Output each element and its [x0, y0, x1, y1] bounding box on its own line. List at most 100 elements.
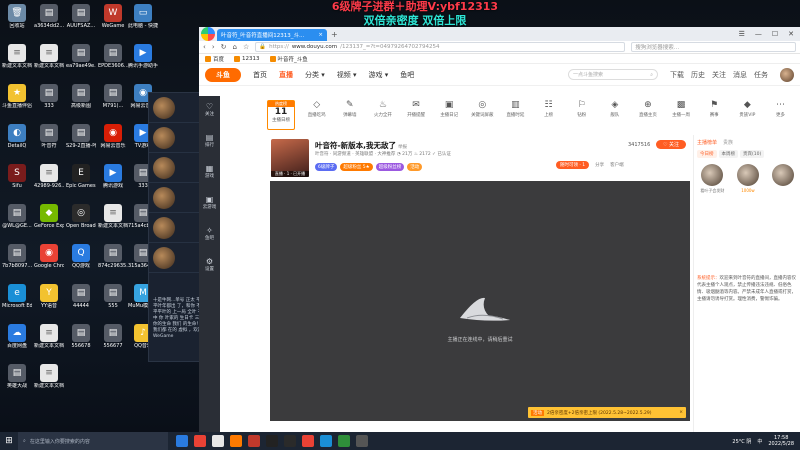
desktop-icon[interactable]: ◉ 网易云音乐 [98, 124, 128, 149]
desktop-icon[interactable]: ▤ 英雄大战 [2, 364, 32, 389]
follow-button[interactable]: ♡ 关注 [656, 140, 686, 149]
desktop-icon[interactable]: Q QQ游戏 [66, 244, 96, 269]
clock[interactable]: 17:58 2022/5/28 [768, 435, 794, 447]
taskbar-app-icon[interactable] [248, 435, 260, 447]
feature-item[interactable]: ⋯ 更多 [764, 100, 797, 130]
nav-button-icon[interactable]: ↻ [221, 43, 227, 51]
desktop-icon[interactable]: eMicrosoft Edge [2, 284, 32, 309]
desktop-icon[interactable]: ▤ 555 [98, 284, 128, 309]
site-sidebar-item[interactable]: ♡ 关注 [205, 102, 214, 117]
tab-close-icon[interactable]: × [318, 32, 323, 38]
user-avatar[interactable] [780, 67, 794, 82]
site-nav-link[interactable]: 视频 ▾ [337, 70, 357, 80]
desktop-icon[interactable]: ▶ 腾讯游戏 [98, 164, 128, 189]
window-control-icon[interactable]: ☐ [772, 30, 778, 38]
rank-box[interactable]: 热度榜 11 主播日榜 [267, 100, 295, 130]
site-nav-link[interactable]: 鱼吧 [400, 70, 414, 80]
desktop-icon[interactable]: ▤ M791(... [98, 84, 128, 109]
taskbar-app-icon[interactable] [266, 435, 278, 447]
desktop-icon[interactable]: ≡新建文本文档 (3) [98, 204, 128, 229]
weather[interactable]: 25°C 阴 [732, 438, 751, 445]
subtab-vip[interactable]: 贵宾(10) [740, 150, 765, 158]
nav-button-icon[interactable]: ‹ [203, 43, 206, 51]
bookmark-item[interactable]: 百度 [205, 55, 224, 63]
subtab-today[interactable]: 今日榜 [697, 150, 717, 158]
chat-row[interactable] [149, 153, 205, 183]
chat-row[interactable] [149, 243, 205, 273]
feature-item[interactable]: ✉ 开播提醒 [400, 100, 433, 130]
streamer-avatar[interactable]: 直播 · 1 · 已开播 [271, 139, 309, 177]
desktop-icon[interactable]: ◉Google Chrome [34, 244, 64, 269]
rank-entry[interactable]: 看叶子会发财 [700, 164, 724, 194]
share-link[interactable]: 分享 [595, 162, 604, 168]
report-link[interactable]: 举报 [398, 145, 407, 150]
desktop-icon[interactable]: ◐ DetailQ [2, 124, 32, 149]
desktop-icon[interactable]: ◎Open Broadcast... [66, 204, 96, 229]
windows-start-icon[interactable]: ⊞ [0, 436, 18, 446]
feature-item[interactable]: ▩ 主播一周 [665, 100, 698, 130]
client-link[interactable]: 客户端 [610, 162, 624, 168]
taskbar-app-icon[interactable] [356, 435, 368, 447]
bookmark-item[interactable]: 12313 [234, 55, 260, 62]
site-logo[interactable]: 斗鱼 [205, 67, 241, 82]
desktop-icon[interactable]: EEpic Games Launcher [66, 164, 96, 189]
taskbar-app-icon[interactable] [176, 435, 188, 447]
site-search-input[interactable]: 一点斗鱼搜索 ⌕ [568, 69, 658, 80]
feature-item[interactable]: ♨ 火力全开 [366, 100, 399, 130]
feature-item[interactable]: ⊕ 直播主页 [631, 100, 664, 130]
taskbar-app-icon[interactable] [212, 435, 224, 447]
desktop-icon[interactable]: Y YY语音 [34, 284, 64, 309]
rank-entry[interactable]: 1000w [736, 164, 759, 194]
desktop-icon[interactable]: ◆GeForce Experience [34, 204, 64, 229]
video-player[interactable]: 主播正在连线中，请稍后重试 活动 2倍亲密度+2倍亲密上限 (2022.5.28… [270, 181, 690, 421]
user-menu-item[interactable]: 任务 [754, 70, 768, 80]
desktop-icon[interactable]: ▶ 腾讯手游助手 [128, 44, 158, 69]
desktop-icon[interactable]: ▭此电脑 - 快捷方式 [128, 4, 158, 29]
chat-row[interactable] [149, 183, 205, 213]
rank-entry[interactable] [771, 164, 794, 194]
feature-item[interactable]: ✎ 弹幕墙 [333, 100, 366, 130]
nav-button-icon[interactable]: › [212, 43, 215, 51]
desktop-icon[interactable]: ▤ 7b7b8097... [2, 244, 32, 269]
site-nav-link[interactable]: 游戏 ▾ [369, 70, 389, 80]
desktop-icon[interactable]: ▤ EPDE3606... [98, 44, 128, 69]
desktop-icon[interactable]: ▤ @WL@GE... [2, 204, 32, 229]
user-menu-item[interactable]: 消息 [733, 70, 747, 80]
nav-button-icon[interactable]: ⌂ [233, 43, 237, 51]
desktop-icon[interactable]: ▤ 高级新图 [66, 84, 96, 109]
feature-item[interactable]: ◎ 关键词屏蔽 [466, 100, 499, 130]
site-sidebar-item[interactable]: ⚙ 设置 [205, 257, 214, 272]
chat-row[interactable] [149, 93, 205, 123]
site-nav-link[interactable]: 分类 ▾ [305, 70, 325, 80]
desktop-icon[interactable]: ▤ ea79ae49e... [66, 44, 96, 69]
promo-banner[interactable]: 活动 2倍亲密度+2倍亲密上限 (2022.5.28~2022.5.29) × [528, 407, 686, 418]
chat-row[interactable] [149, 213, 205, 243]
user-menu-item[interactable]: 下载 [670, 70, 684, 80]
tab-noble[interactable]: 贵族 [723, 139, 733, 146]
taskbar-app-icon[interactable] [230, 435, 242, 447]
site-nav-link[interactable]: 首页 [253, 70, 267, 80]
desktop-icon[interactable]: 🗑 回收站 [2, 4, 32, 29]
subtab-week[interactable]: 本周榜 [718, 150, 738, 158]
site-nav-link[interactable]: 直播 [279, 70, 293, 80]
taskbar-app-icon[interactable] [284, 435, 296, 447]
desktop-icon[interactable]: ▤ a3634dd2... [34, 4, 64, 29]
desktop-icon[interactable]: ▤ 556677 [98, 324, 128, 349]
taskbar-app-icon[interactable] [338, 435, 350, 447]
desktop-icon[interactable]: ≡新建文本文档 (5) [2, 44, 32, 69]
window-control-icon[interactable]: ☰ [739, 30, 745, 38]
site-sidebar-item[interactable]: ✧ 鱼吧 [205, 226, 214, 241]
feature-item[interactable]: ◈ 舰队 [598, 100, 631, 130]
desktop-icon[interactable]: ▤ 556678 [66, 324, 96, 349]
nav-button-icon[interactable]: ☆ [243, 43, 249, 51]
stream-tag[interactable]: 活动 [407, 163, 423, 171]
desktop-icon[interactable]: ≡ 新建文本文档 [34, 44, 64, 69]
stream-tag[interactable]: 超级粉丝榜 [375, 163, 405, 171]
desktop-icon[interactable]: ≡ 新建文本文档 [34, 324, 64, 349]
taskbar-app-icon[interactable] [302, 435, 314, 447]
desktop-icon[interactable]: ▤ AUUFSAZ... [66, 4, 96, 29]
window-control-icon[interactable]: ✕ [788, 30, 794, 38]
feature-item[interactable]: ◆ 贵族VIP [731, 100, 764, 130]
site-sidebar-item[interactable]: ▤ 排行 [205, 133, 214, 148]
desktop-icon[interactable]: ▤ 叶音符 [34, 124, 64, 149]
